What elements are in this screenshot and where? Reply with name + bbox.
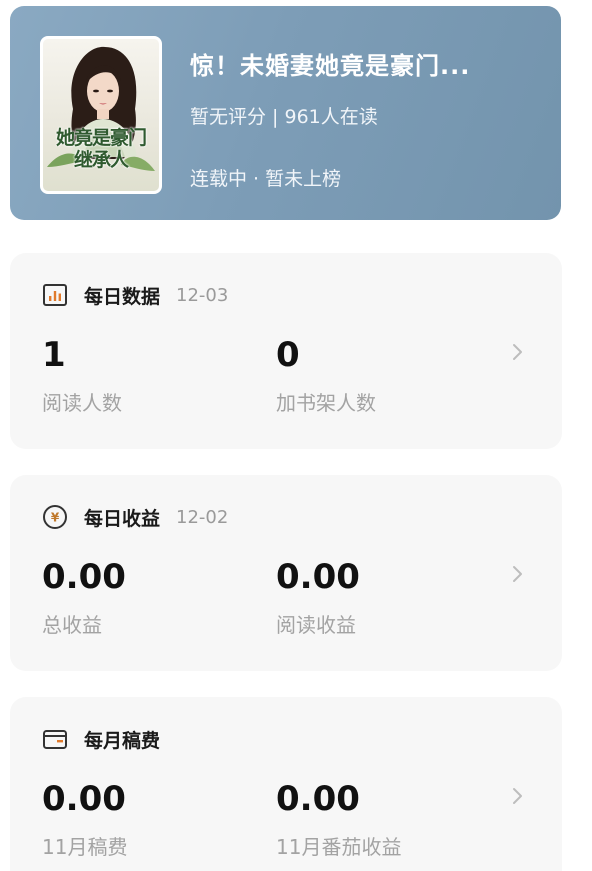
metric-label-total-income: 总收益 [42,613,102,637]
metric-label-readers: 阅读人数 [42,391,122,415]
monthly-fee-header: 每月稿费 [42,725,160,753]
metric-label-shelf-adds: 加书架人数 [276,391,376,415]
metric-value-shelf-adds: 0 [276,335,300,375]
chevron-right-icon[interactable] [508,785,526,807]
metric-label-fanqie-income: 11月番茄收益 [276,835,402,859]
book-title[interactable]: 惊！未婚妻她竟是豪门... [190,46,550,81]
card-title: 每日数据 [84,285,161,308]
metric-label-monthly-fee: 11月稿费 [42,835,128,859]
yuan-coin-icon: ¥ [43,505,67,529]
metric-value-reading-income: 0.00 [276,557,360,597]
chevron-right-icon[interactable] [508,563,526,585]
book-header-card[interactable]: 她竟是豪门继承人 惊！未婚妻她竟是豪门... 暂无评分 | 961人在读 连载中… [10,6,561,220]
book-cover[interactable]: 她竟是豪门继承人 [40,36,162,194]
metric-value-fanqie-income: 0.00 [276,779,360,819]
metric-value-total-income: 0.00 [42,557,126,597]
book-status: 连载中 · 暂未上榜 [190,168,342,190]
card-title: 每月稿费 [84,729,161,752]
bar-chart-icon [43,284,67,306]
daily-income-card[interactable]: ¥ 每日收益 12-02 0.00 总收益 0.00 阅读收益 [10,475,562,671]
daily-data-card[interactable]: 每日数据 12-03 1 阅读人数 0 加书架人数 [10,253,562,449]
metric-label-reading-income: 阅读收益 [276,613,356,637]
metric-value-monthly-fee: 0.00 [42,779,126,819]
monthly-fee-card[interactable]: 每月稿费 0.00 11月稿费 0.00 11月番茄收益 [10,697,562,871]
wallet-icon [43,730,67,749]
daily-data-header: 每日数据 12-03 [42,281,228,309]
cover-title-text: 她竟是豪门继承人 [55,127,147,171]
book-meta: 暂无评分 | 961人在读 [190,106,378,128]
card-date: 12-02 [176,506,229,528]
card-date: 12-03 [176,284,229,306]
card-title: 每日收益 [84,507,161,530]
chevron-right-icon[interactable] [508,341,526,363]
svg-text:¥: ¥ [51,511,60,525]
daily-income-header: ¥ 每日收益 12-02 [42,503,228,531]
metric-value-readers: 1 [42,335,66,375]
